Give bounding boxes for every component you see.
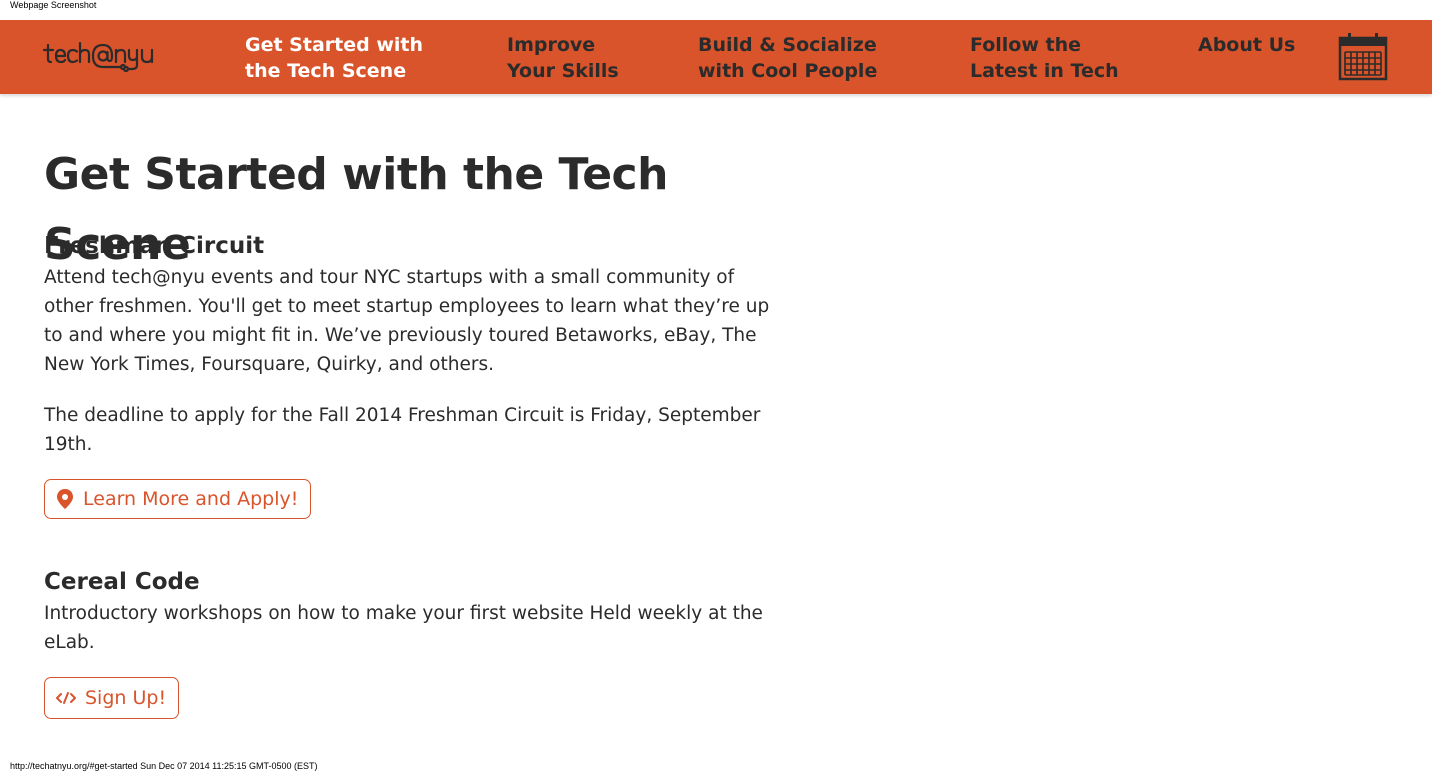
nav-improve-skills-line1: Improve	[507, 34, 596, 56]
screenshot-footer: http://techatnyu.org/#get-started Sun De…	[10, 761, 318, 771]
nav-get-started-line1: Get Started with	[245, 34, 423, 56]
learn-more-apply-button[interactable]: Learn More and Apply!	[44, 479, 312, 519]
logo-icon	[42, 41, 154, 73]
nav-improve-skills-line2: Your Skills	[507, 60, 619, 82]
tech-at-nyu-logo[interactable]	[42, 37, 172, 75]
nav-about-us[interactable]: About Us	[1198, 32, 1295, 58]
sign-up-label: Sign Up!	[85, 687, 167, 709]
section-title-cereal-code: Cereal Code	[44, 569, 200, 595]
top-navbar: Get Started with the Tech Scene Improve …	[0, 20, 1432, 94]
nav-improve-skills[interactable]: Improve Your Skills	[507, 32, 619, 84]
section-title-freshman-circuit: Freshman Circuit	[44, 233, 265, 259]
cereal-code-description: Introductory workshops on how to make yo…	[44, 603, 763, 653]
nav-follow-latest[interactable]: Follow the Latest in Tech	[970, 32, 1119, 84]
nav-follow-latest-line2: Latest in Tech	[970, 60, 1119, 82]
map-pin-icon	[55, 488, 75, 510]
screenshot-header: Webpage Screenshot	[10, 0, 97, 10]
nav-follow-latest-line1: Follow the	[970, 34, 1082, 56]
nav-build-socialize[interactable]: Build & Socialize with Cool People	[698, 32, 877, 84]
calendar-button[interactable]	[1337, 30, 1389, 82]
nav-get-started-line2: the Tech Scene	[245, 60, 407, 82]
calendar-icon	[1338, 33, 1388, 81]
nav-build-socialize-line1: Build & Socialize	[698, 34, 877, 56]
freshman-circuit-deadline: The deadline to apply for the Fall 2014 …	[44, 405, 761, 455]
sign-up-button[interactable]: Sign Up!	[44, 677, 180, 719]
nav-get-started[interactable]: Get Started with the Tech Scene	[245, 32, 423, 84]
code-icon	[55, 691, 77, 705]
freshman-circuit-description: Attend tech@nyu events and tour NYC star…	[44, 267, 770, 375]
nav-about-us-line1: About Us	[1198, 34, 1296, 56]
learn-more-apply-label: Learn More and Apply!	[83, 488, 299, 510]
nav-build-socialize-line2: with Cool People	[698, 60, 878, 82]
